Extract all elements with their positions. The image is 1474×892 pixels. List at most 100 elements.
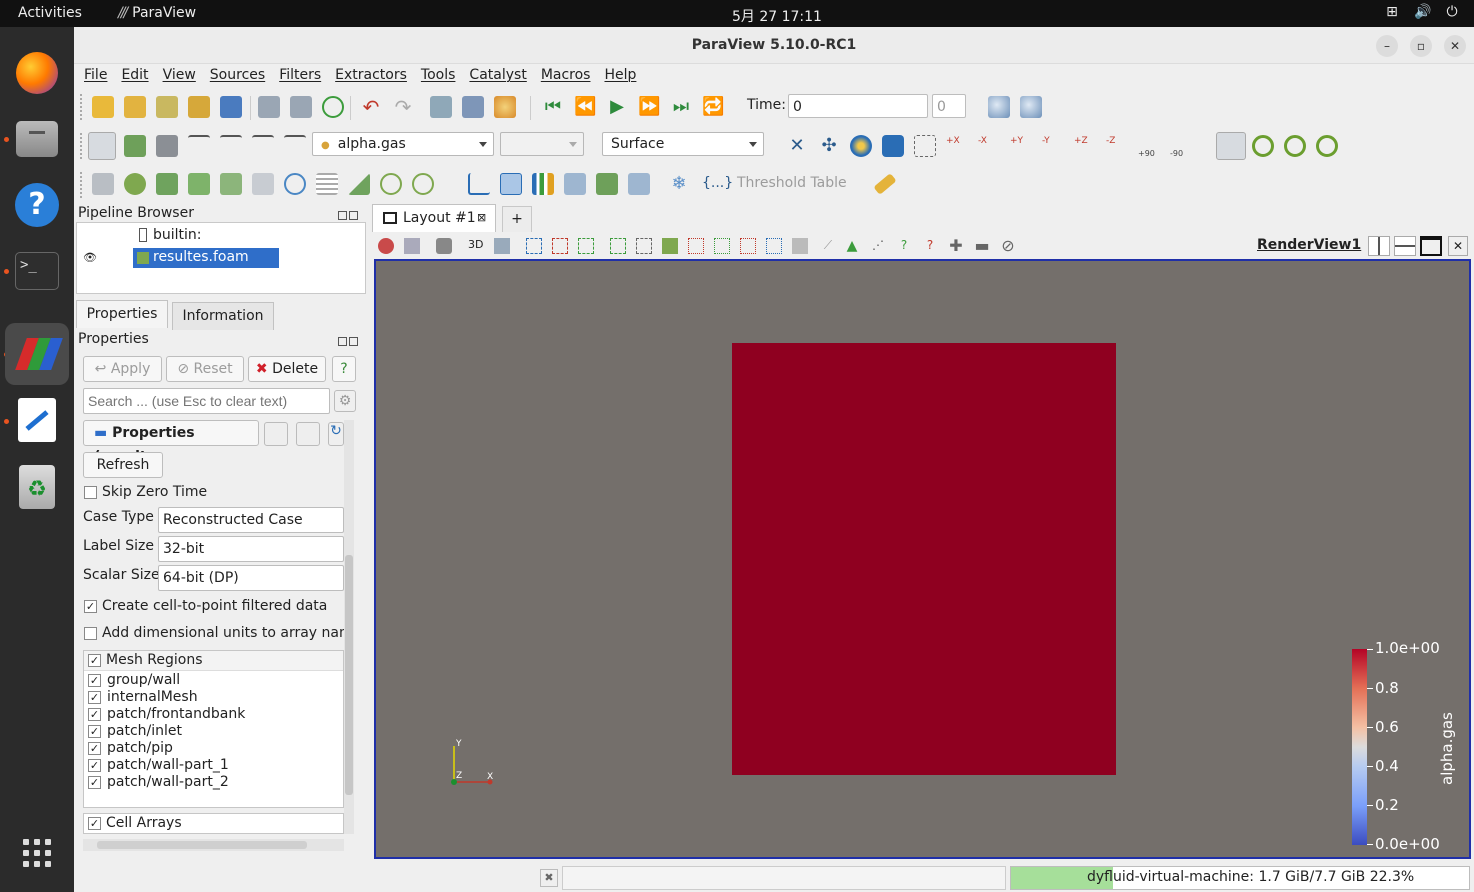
extract-subset-icon[interactable]	[252, 173, 274, 195]
region-checkbox[interactable]	[88, 691, 101, 704]
add-selection-icon[interactable]: ✚	[948, 238, 964, 254]
save-state-icon[interactable]	[188, 96, 210, 118]
rotation-center-icon[interactable]	[1316, 135, 1338, 157]
extract-selection-icon[interactable]	[500, 173, 522, 195]
copy-properties-icon[interactable]	[264, 422, 288, 446]
memory-inspector[interactable]: dyfluid-virtual-machine: 1.7 GiB/7.7 GiB…	[1010, 866, 1470, 890]
tab-properties[interactable]: Properties	[76, 300, 168, 328]
temporal-stats-icon[interactable]	[628, 173, 650, 195]
float-icon[interactable]	[338, 337, 347, 346]
dock-paraview[interactable]	[5, 323, 69, 385]
region-checkbox[interactable]	[88, 674, 101, 687]
plot-selection-icon[interactable]: ⋰	[870, 238, 886, 254]
clear-query-icon[interactable]: ?	[922, 238, 938, 254]
query-icon[interactable]: ?	[896, 238, 912, 254]
reset-button[interactable]: ⊘ Reset	[166, 356, 244, 382]
rescale-visible-icon[interactable]	[252, 135, 274, 157]
mesh-regions-list[interactable]: Mesh Regions group/wall internalMesh pat…	[83, 650, 344, 808]
advanced-gear-icon[interactable]: ⚙	[334, 390, 356, 412]
menu-tools[interactable]: Tools	[421, 64, 456, 88]
find-data-icon[interactable]	[988, 96, 1010, 118]
edit-labels-icon[interactable]: ⟋	[820, 238, 836, 254]
maximize-view-icon[interactable]	[1420, 236, 1442, 256]
show-apps-button[interactable]	[11, 827, 63, 879]
rotate-minus-90-icon[interactable]: -90	[1170, 135, 1192, 158]
split-vertical-icon[interactable]	[1394, 236, 1416, 256]
center-axes-visibility-icon[interactable]	[1216, 132, 1246, 160]
contour-icon[interactable]	[124, 173, 146, 195]
set-view-direction-plus-x-icon[interactable]: +X	[946, 135, 968, 157]
camera-undo-icon[interactable]	[430, 96, 452, 118]
zoom-to-box-icon[interactable]	[882, 135, 904, 157]
extract-level-icon[interactable]	[412, 173, 434, 195]
tab-information[interactable]: Information	[172, 302, 274, 330]
set-view-direction-minus-x-icon[interactable]: -X	[978, 135, 1000, 157]
skip-zero-time-checkbox[interactable]	[84, 486, 97, 499]
menu-file[interactable]: File	[84, 64, 107, 88]
close-tab-icon[interactable]: ⊠	[477, 205, 486, 231]
activities-button[interactable]: Activities	[18, 5, 82, 21]
reset-range-icon[interactable]	[156, 135, 178, 157]
color-legend-bar[interactable]	[1352, 649, 1367, 845]
region-checkbox[interactable]	[88, 742, 101, 755]
select-blocks-icon[interactable]	[662, 238, 678, 254]
loop-icon[interactable]: 🔁	[702, 96, 724, 118]
snowflake-icon[interactable]: ❄	[668, 173, 690, 195]
play-icon[interactable]: ▶	[606, 96, 628, 118]
menu-filters[interactable]: Filters	[279, 64, 321, 88]
interactive-select-icon[interactable]	[688, 238, 704, 254]
cell-to-point-checkbox[interactable]	[84, 600, 97, 613]
grow-selection-icon[interactable]	[766, 238, 782, 254]
pipeline-tree[interactable]: builtin: 👁 resultes.foam	[76, 222, 366, 294]
mesh-regions-all-checkbox[interactable]	[88, 654, 101, 667]
set-view-direction-minus-z-icon[interactable]: -Z	[1106, 135, 1128, 157]
dock-help[interactable]: ?	[11, 179, 63, 231]
mesh-regions-header[interactable]: Mesh Regions	[84, 651, 343, 671]
volume-icon[interactable]: 🔊	[1414, 4, 1431, 20]
delete-button[interactable]: ✖ Delete	[248, 356, 326, 382]
palette-icon[interactable]	[494, 96, 516, 118]
minimize-button[interactable]: –	[1376, 35, 1398, 57]
power-icon[interactable]: ⏻	[1444, 4, 1460, 20]
cell-arrays-list[interactable]: Cell Arrays	[83, 813, 344, 834]
dock-text-editor[interactable]	[11, 394, 63, 446]
rescale-over-time-icon[interactable]	[284, 135, 306, 157]
extract-selection-icon[interactable]: ▲	[844, 238, 860, 254]
threshold-table-button[interactable]: Threshold Table	[737, 175, 847, 191]
rescale-custom-icon[interactable]	[188, 135, 210, 157]
camera-options-icon[interactable]	[494, 238, 510, 254]
warp-by-vector-icon[interactable]	[348, 173, 370, 195]
menu-view[interactable]: View	[163, 64, 196, 88]
close-panel-icon[interactable]	[349, 211, 358, 220]
split-horizontal-icon[interactable]	[1368, 236, 1390, 256]
reset-center-icon[interactable]	[1252, 135, 1274, 157]
pipeline-item-builtin[interactable]: builtin:	[153, 227, 202, 243]
python-calculator-icon[interactable]: {...}	[702, 175, 733, 191]
zoom-closest-icon[interactable]: ✣	[818, 135, 840, 157]
pick-center-icon[interactable]	[1284, 135, 1306, 157]
select-cells-through-icon[interactable]	[578, 238, 594, 254]
menu-edit[interactable]: Edit	[121, 64, 148, 88]
select-points-on-icon[interactable]	[552, 238, 568, 254]
tab-layout-1[interactable]: Layout #1 ⊠	[372, 204, 496, 232]
screenshot-icon[interactable]	[436, 238, 452, 254]
stream-tracer-icon[interactable]	[316, 173, 338, 195]
component-dropdown[interactable]	[500, 132, 584, 156]
dim-units-checkbox[interactable]	[84, 627, 97, 640]
auto-apply-icon[interactable]	[322, 96, 344, 118]
close-view-icon[interactable]: ✕	[1448, 236, 1468, 256]
probe-icon[interactable]	[564, 173, 586, 195]
timestep-spinbox[interactable]: 0	[932, 94, 966, 118]
dock-files[interactable]	[11, 113, 63, 165]
slice-icon[interactable]	[188, 173, 210, 195]
redo-icon[interactable]: ↷	[392, 96, 414, 118]
server-disconnect-icon[interactable]	[290, 96, 312, 118]
render-view[interactable]: Y Z X 1.0e+00 0.8 0.6 0.4 0.2 0.0e+00 al…	[374, 259, 1471, 859]
close-button[interactable]: ✕	[1444, 35, 1466, 57]
scrollbar-thumb[interactable]	[345, 555, 353, 795]
paste-properties-icon[interactable]	[296, 422, 320, 446]
connect-icon[interactable]	[220, 96, 242, 118]
app-menu[interactable]: /// ParaView	[118, 5, 196, 21]
menu-help[interactable]: Help	[604, 64, 636, 88]
region-checkbox[interactable]	[88, 708, 101, 721]
